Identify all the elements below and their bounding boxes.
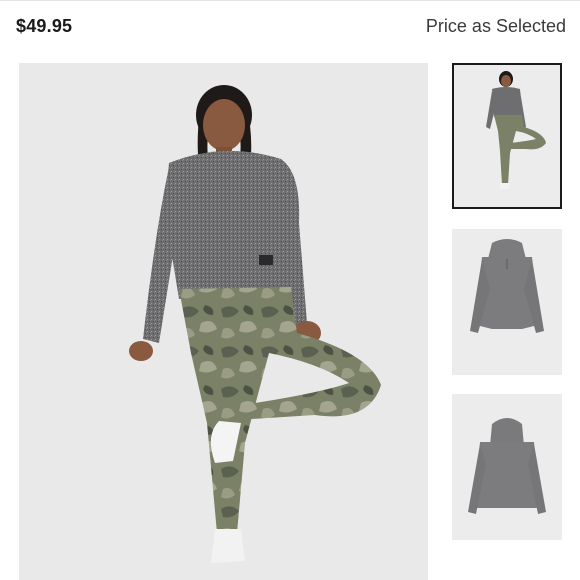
thumbnail-hoodie-back-illustration [452, 394, 562, 540]
thumbnail-hoodie-front[interactable] [452, 229, 562, 375]
price-as-selected-label: Price as Selected [425, 16, 566, 36]
thumbnail-hoodie-front-illustration [452, 229, 562, 375]
thumbnail-model-illustration [454, 65, 560, 207]
model-photo-illustration [129, 85, 381, 563]
thumbnail-full-outfit[interactable] [452, 63, 562, 209]
thumbnail-hoodie-back[interactable] [452, 394, 562, 540]
price-bar: $49.95 Price as Selected [0, 0, 580, 52]
main-product-image[interactable] [19, 63, 428, 580]
product-page: $49.95 Price as Selected [0, 0, 580, 580]
product-price: $49.95 [16, 16, 73, 36]
